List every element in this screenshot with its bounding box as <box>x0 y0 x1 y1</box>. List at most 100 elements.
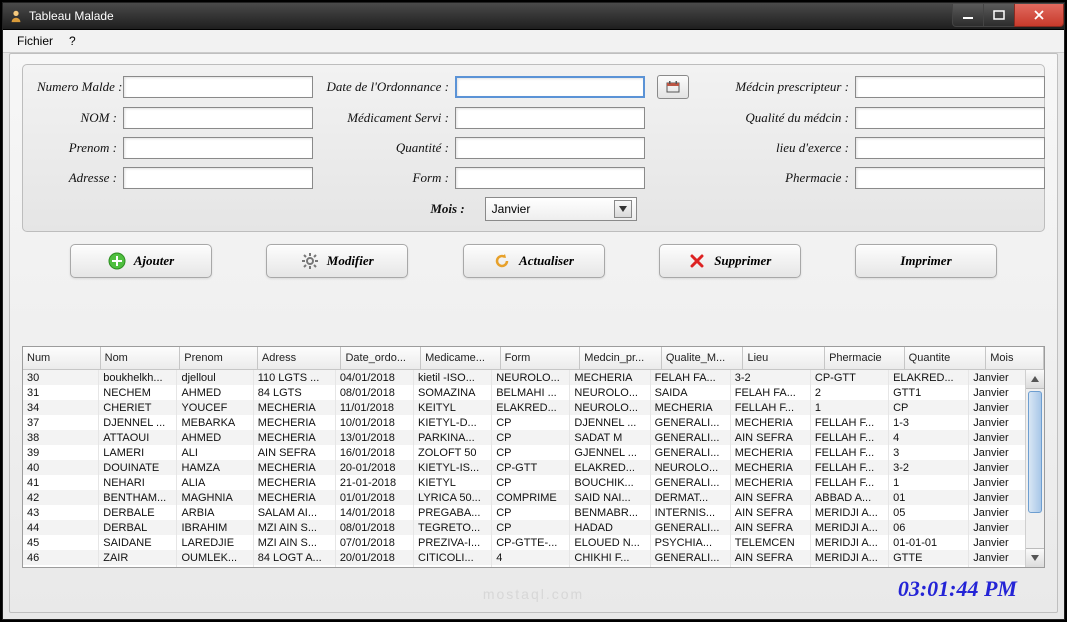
label-prenom: Prenom : <box>37 140 117 156</box>
table-cell: NEHARI <box>99 475 177 490</box>
table-cell: 45 <box>23 535 99 550</box>
table-cell: Janvier <box>969 505 1026 520</box>
table-row[interactable]: 43DERBALEARBIASALAM AI...14/01/2018PREGA… <box>23 505 1026 520</box>
app-window: Tableau Malade Fichier ? Numero Malde : … <box>2 2 1065 620</box>
table-cell: 4 <box>889 430 969 445</box>
table-cell: CP <box>492 430 570 445</box>
table-cell: MECHERIA <box>570 370 650 385</box>
scroll-up-button[interactable] <box>1026 370 1044 389</box>
modifier-label: Modifier <box>327 253 374 269</box>
modifier-button[interactable]: Modifier <box>266 244 408 278</box>
column-header[interactable]: Quantite <box>905 347 987 369</box>
label-quantite: Quantité : <box>319 140 449 156</box>
table-cell: MAAMER <box>177 565 253 567</box>
table-row[interactable]: 45SAIDANELAREDJIEMZI AIN S...07/01/2018P… <box>23 535 1026 550</box>
close-button[interactable] <box>1014 4 1064 27</box>
input-date-ord[interactable] <box>455 76 645 98</box>
table-cell: MZI AIN S... <box>254 565 336 567</box>
menu-file[interactable]: Fichier <box>9 32 61 50</box>
table-cell: SAIDA <box>651 385 731 400</box>
minimize-button[interactable] <box>952 4 984 27</box>
table-row[interactable]: 37DJENNEL ...MEBARKAMECHERIA10/01/2018KI… <box>23 415 1026 430</box>
input-lieu[interactable] <box>855 137 1045 159</box>
input-adresse[interactable] <box>123 167 313 189</box>
table-row[interactable]: 44DERBALIBRAHIMMZI AIN S...08/01/2018TEG… <box>23 520 1026 535</box>
column-header[interactable]: Nom <box>101 347 181 369</box>
supprimer-button[interactable]: Supprimer <box>659 244 801 278</box>
input-qualite[interactable] <box>855 107 1045 129</box>
label-date-ord: Date de l'Ordonnance : <box>319 79 449 95</box>
actualiser-button[interactable]: Actualiser <box>463 244 605 278</box>
table-cell: 42 <box>23 490 99 505</box>
table-cell: MZI AIN S... <box>254 520 336 535</box>
table-row[interactable]: 38ATTAOUIAHMEDMECHERIA13/01/2018PARKINA.… <box>23 430 1026 445</box>
table-row[interactable]: 39LAMERIALIAIN SEFRA16/01/2018ZOLOFT 50C… <box>23 445 1026 460</box>
table-cell: 13/01/2018 <box>336 430 414 445</box>
table-cell: PARKINA... <box>414 430 492 445</box>
table-cell: 3-2 <box>889 460 969 475</box>
table-cell: DERBAL <box>99 520 177 535</box>
table-cell: PSYCHIA... <box>651 535 731 550</box>
input-quantite[interactable] <box>455 137 645 159</box>
table-row[interactable]: 30boukhelkh...djelloul110 LGTS ...04/01/… <box>23 370 1026 385</box>
column-header[interactable]: Adress <box>258 347 342 369</box>
table-cell: 3 <box>889 445 969 460</box>
table-cell: SADAT M <box>570 430 650 445</box>
imprimer-button[interactable]: Imprimer <box>855 244 997 278</box>
table-row[interactable]: 31NECHEMAHMED84 LGTS08/01/2018SOMAZINABE… <box>23 385 1026 400</box>
column-header[interactable]: Phermacie <box>825 347 905 369</box>
input-nom[interactable] <box>123 107 313 129</box>
table-cell: 21-01-2018 <box>336 475 414 490</box>
scroll-down-button[interactable] <box>1026 548 1044 567</box>
menu-help[interactable]: ? <box>61 32 84 50</box>
table-cell: AIN SEFRA <box>254 445 336 460</box>
table-row[interactable]: 40DOUINATEHAMZAMECHERIA20-01/2018KIETYL-… <box>23 460 1026 475</box>
table-cell: GENERALI... <box>651 445 731 460</box>
table-cell: GENERALI... <box>651 430 731 445</box>
table-cell: GTTE <box>889 550 969 565</box>
table-cell: CP <box>492 415 570 430</box>
column-header[interactable]: Medcin_pr... <box>580 347 662 369</box>
grid-header: NumNomPrenomAdressDate_ordo...Medicame..… <box>23 347 1044 370</box>
watermark: mostaql.com <box>483 586 584 602</box>
table-row[interactable]: 48MANSOURIMAAMERMZI AIN S...07/01/2018CL… <box>23 565 1026 567</box>
input-prenom[interactable] <box>123 137 313 159</box>
column-header[interactable]: Form <box>501 347 581 369</box>
input-numero[interactable] <box>123 76 313 98</box>
table-row[interactable]: 34CHERIETYOUCEFMECHERIA11/01/2018KEITYLE… <box>23 400 1026 415</box>
column-header[interactable]: Medicame... <box>421 347 501 369</box>
table-cell: 08/01/2018 <box>336 385 414 400</box>
table-cell: DOUINATE <box>99 460 177 475</box>
table-cell: MERIDJI A... <box>811 550 889 565</box>
table-cell: NEUROLO... <box>492 370 570 385</box>
column-header[interactable]: Num <box>23 347 101 369</box>
table-cell: KIETYL-IS... <box>414 460 492 475</box>
titlebar[interactable]: Tableau Malade <box>3 3 1064 30</box>
table-row[interactable]: 42BENTHAM...MAGHNIAMECHERIA01/01/2018LYR… <box>23 490 1026 505</box>
form-panel: Numero Malde : Date de l'Ordonnance : Mé… <box>22 64 1045 232</box>
ajouter-button[interactable]: Ajouter <box>70 244 212 278</box>
input-medecin[interactable] <box>855 76 1045 98</box>
vertical-scrollbar[interactable] <box>1025 370 1044 567</box>
table-cell: COMPRIME <box>492 490 570 505</box>
input-pharmacie[interactable] <box>855 167 1045 189</box>
input-form[interactable] <box>455 167 645 189</box>
combo-mois[interactable]: Janvier <box>485 197 637 221</box>
table-row[interactable]: 46ZAIROUMLEK...84 LOGT A...20/01/2018CIT… <box>23 550 1026 565</box>
table-cell: 37 <box>23 415 99 430</box>
table-cell: MECHERIA <box>254 460 336 475</box>
table-cell: MZI AIN S... <box>254 535 336 550</box>
column-header[interactable]: Qualite_M... <box>662 347 744 369</box>
column-header[interactable]: Date_ordo... <box>341 347 421 369</box>
scroll-thumb[interactable] <box>1028 391 1042 513</box>
table-cell: 2 <box>811 385 889 400</box>
column-header[interactable]: Lieu <box>743 347 825 369</box>
table-row[interactable]: 41NEHARIALIAMECHERIA21-01-2018KIETYLCPBO… <box>23 475 1026 490</box>
column-header[interactable]: Prenom <box>180 347 258 369</box>
date-picker-button[interactable] <box>657 75 689 99</box>
maximize-button[interactable] <box>983 4 1015 27</box>
table-cell: TELEMCEN <box>731 535 811 550</box>
table-cell: 1-3 <box>889 415 969 430</box>
input-med-servi[interactable] <box>455 107 645 129</box>
column-header[interactable]: Mois <box>986 347 1044 369</box>
